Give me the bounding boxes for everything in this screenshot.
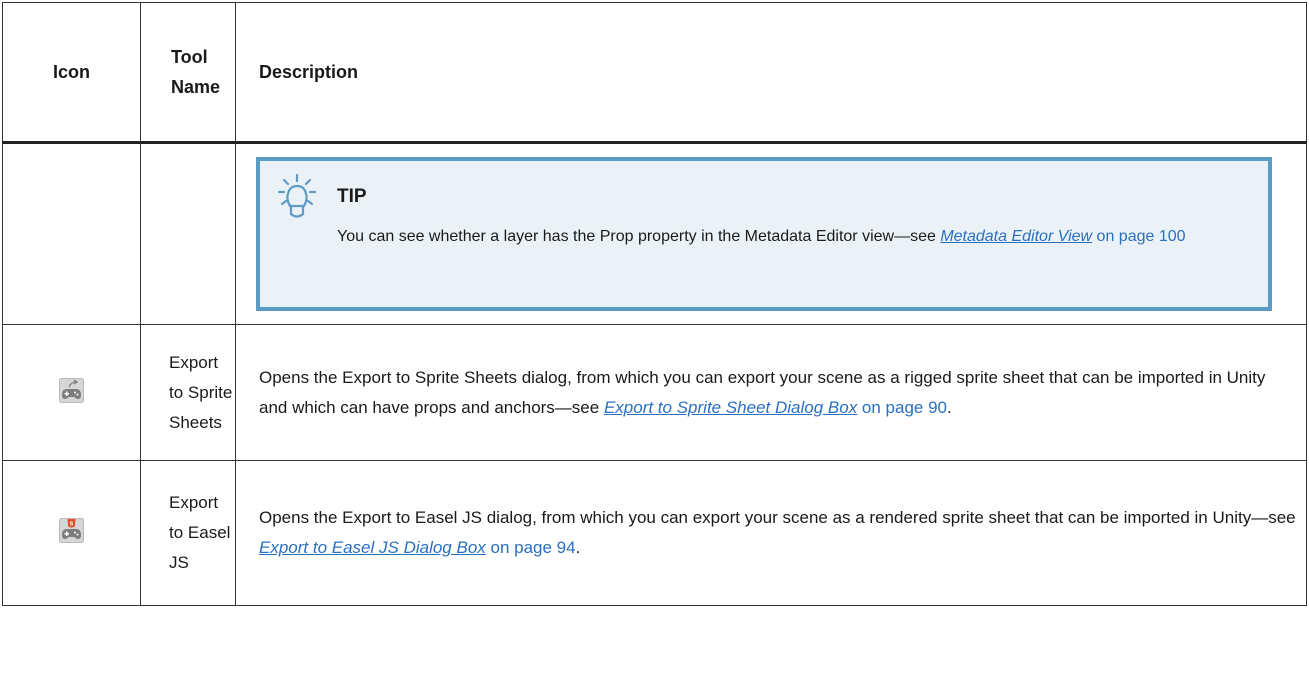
- export-easeljs-link[interactable]: Export to Easel JS Dialog Box: [259, 538, 486, 557]
- tool-table: Icon Tool Name Description TIP You can s…: [2, 2, 1307, 606]
- export-easeljs-page-link[interactable]: on page 94: [486, 538, 576, 557]
- tool-name-line: Export: [169, 493, 219, 512]
- description-cell: Opens the Export to Easel JS dialog, fro…: [235, 460, 1307, 606]
- tool-name-line: Export: [169, 352, 219, 372]
- description-cell: Opens the Export to Sprite Sheets dialog…: [235, 324, 1307, 461]
- svg-text:5: 5: [70, 521, 74, 527]
- lightbulb-icon: [278, 174, 316, 218]
- icon-cell-empty: [2, 142, 141, 325]
- description-text: Opens the Export to Easel JS dialog, fro…: [259, 508, 1296, 527]
- tool-name-line: JS: [169, 553, 189, 572]
- header-tool-name-line2: Name: [171, 77, 221, 97]
- export-sprite-sheet-page-link[interactable]: on page 90: [857, 398, 947, 417]
- header-description: Description: [235, 2, 1307, 144]
- tool-name-cell: Export to Easel JS: [140, 460, 236, 606]
- icon-cell: 5: [2, 460, 141, 606]
- tool-name-line: Sheets: [169, 412, 222, 432]
- tip-cell: TIP You can see whether a layer has the …: [235, 142, 1307, 325]
- header-tool-name-line1: Tool: [171, 47, 208, 67]
- metadata-editor-view-link[interactable]: Metadata Editor View: [940, 228, 1092, 245]
- header-row: Icon Tool Name Description: [2, 2, 1307, 144]
- header-tool-name: Tool Name: [140, 2, 236, 144]
- tip-box: TIP You can see whether a layer has the …: [256, 157, 1272, 311]
- tool-name-cell: Export to Sprite Sheets: [140, 324, 236, 461]
- tip-title: TIP: [337, 186, 367, 207]
- table-row-tip: TIP You can see whether a layer has the …: [2, 142, 1307, 325]
- icon-cell: [2, 324, 141, 461]
- description-end: .: [575, 538, 581, 557]
- export-sprite-sheet-link[interactable]: Export to Sprite Sheet Dialog Box: [604, 398, 857, 417]
- tool-name-line: to Easel: [169, 523, 231, 542]
- tip-body: You can see whether a layer has the Prop…: [337, 221, 1238, 252]
- tip-text: You can see whether a layer has the Prop…: [337, 228, 941, 245]
- name-cell-empty: [140, 142, 236, 325]
- description-end: .: [947, 397, 952, 417]
- metadata-editor-page-link[interactable]: on page 100: [1092, 228, 1186, 245]
- table-row: Export to Sprite Sheets Opens the Export…: [2, 324, 1307, 461]
- header-icon: Icon: [2, 2, 141, 144]
- export-easeljs-icon: 5: [59, 518, 84, 543]
- table-row: 5 Export to Easel JS Opens the Export to…: [2, 460, 1307, 606]
- tool-name-line: to Sprite: [169, 382, 233, 402]
- export-sprite-sheets-icon: [59, 377, 84, 403]
